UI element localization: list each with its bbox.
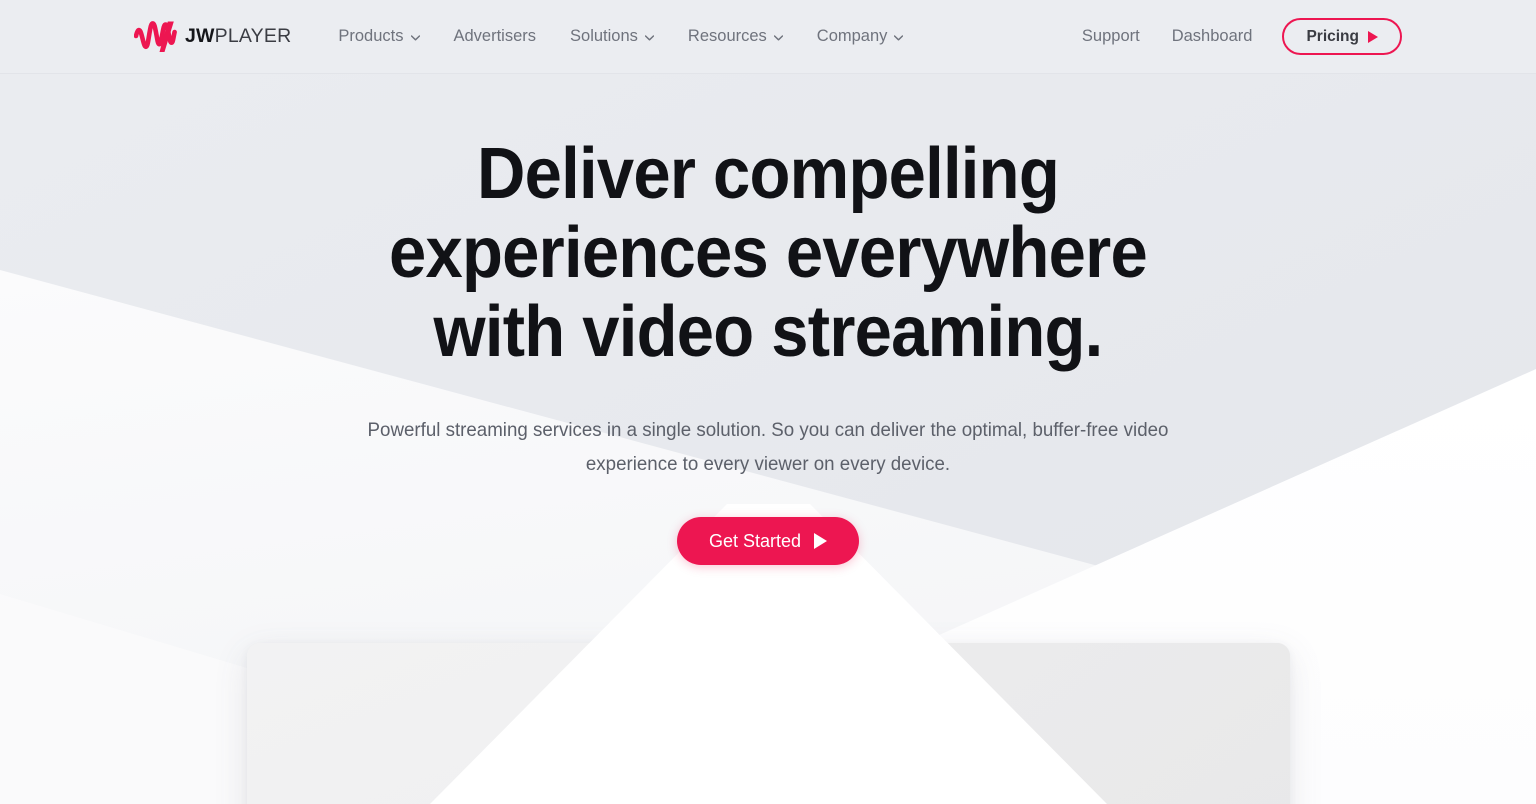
- hero-title-line-2: experiences everywhere: [389, 213, 1148, 293]
- nav-item-label: Solutions: [570, 27, 638, 45]
- hero-title-line-3: with video streaming.: [433, 292, 1104, 372]
- nav-item-solutions[interactable]: Solutions: [553, 0, 671, 73]
- get-started-button[interactable]: Get Started: [676, 517, 860, 565]
- chevron-down-icon: [410, 34, 420, 41]
- nav-link-dashboard[interactable]: Dashboard: [1156, 27, 1269, 46]
- logo-text-jw: JW: [185, 24, 215, 47]
- chevron-down-icon: [773, 34, 783, 41]
- nav-item-label: Resources: [687, 27, 767, 45]
- play-triangle-icon: [814, 533, 828, 549]
- hero-subtitle: Powerful streaming services in a single …: [360, 413, 1176, 481]
- nav-item-products[interactable]: Products: [321, 0, 436, 73]
- play-triangle-icon: [1368, 30, 1378, 43]
- page-title: Deliver compelling experiences everywher…: [350, 74, 1187, 372]
- jwplayer-waveform-logo-icon: [134, 20, 177, 52]
- logo-wordmark: JW PLAYER: [185, 24, 292, 47]
- nav-link-support[interactable]: Support: [1066, 27, 1156, 46]
- primary-navigation: Products Advertisers Solutions Resources: [321, 0, 920, 73]
- pricing-button[interactable]: Pricing: [1282, 18, 1402, 55]
- player-card-wedge-shape: [247, 643, 1290, 804]
- nav-item-advertisers[interactable]: Advertisers: [437, 0, 554, 73]
- utility-navigation: Support Dashboard Pricing: [1066, 18, 1402, 55]
- get-started-label: Get Started: [708, 530, 802, 551]
- cta-container: Get Started: [0, 517, 1536, 565]
- nav-item-label: Advertisers: [453, 27, 537, 45]
- hero-title-line-1: Deliver compelling: [476, 134, 1060, 214]
- site-header: JWPLAYER Products Advertisers Solutions: [0, 0, 1536, 74]
- header-inner: JWPLAYER Products Advertisers Solutions: [0, 0, 1536, 73]
- site-logo[interactable]: JW PLAYER: [134, 17, 291, 57]
- nav-item-label: Products: [338, 27, 404, 45]
- pricing-button-label: Pricing: [1306, 27, 1359, 45]
- nav-item-resources[interactable]: Resources: [671, 0, 800, 73]
- chevron-down-icon: [894, 34, 904, 41]
- nav-item-company[interactable]: Company: [800, 0, 921, 73]
- hero-subtitle-line-1: Powerful streaming services in a single …: [367, 419, 1119, 441]
- chevron-down-icon: [644, 34, 654, 41]
- video-player-preview-card[interactable]: [247, 643, 1290, 804]
- logo-text-player: PLAYER: [214, 24, 292, 47]
- nav-item-label: Company: [816, 27, 888, 45]
